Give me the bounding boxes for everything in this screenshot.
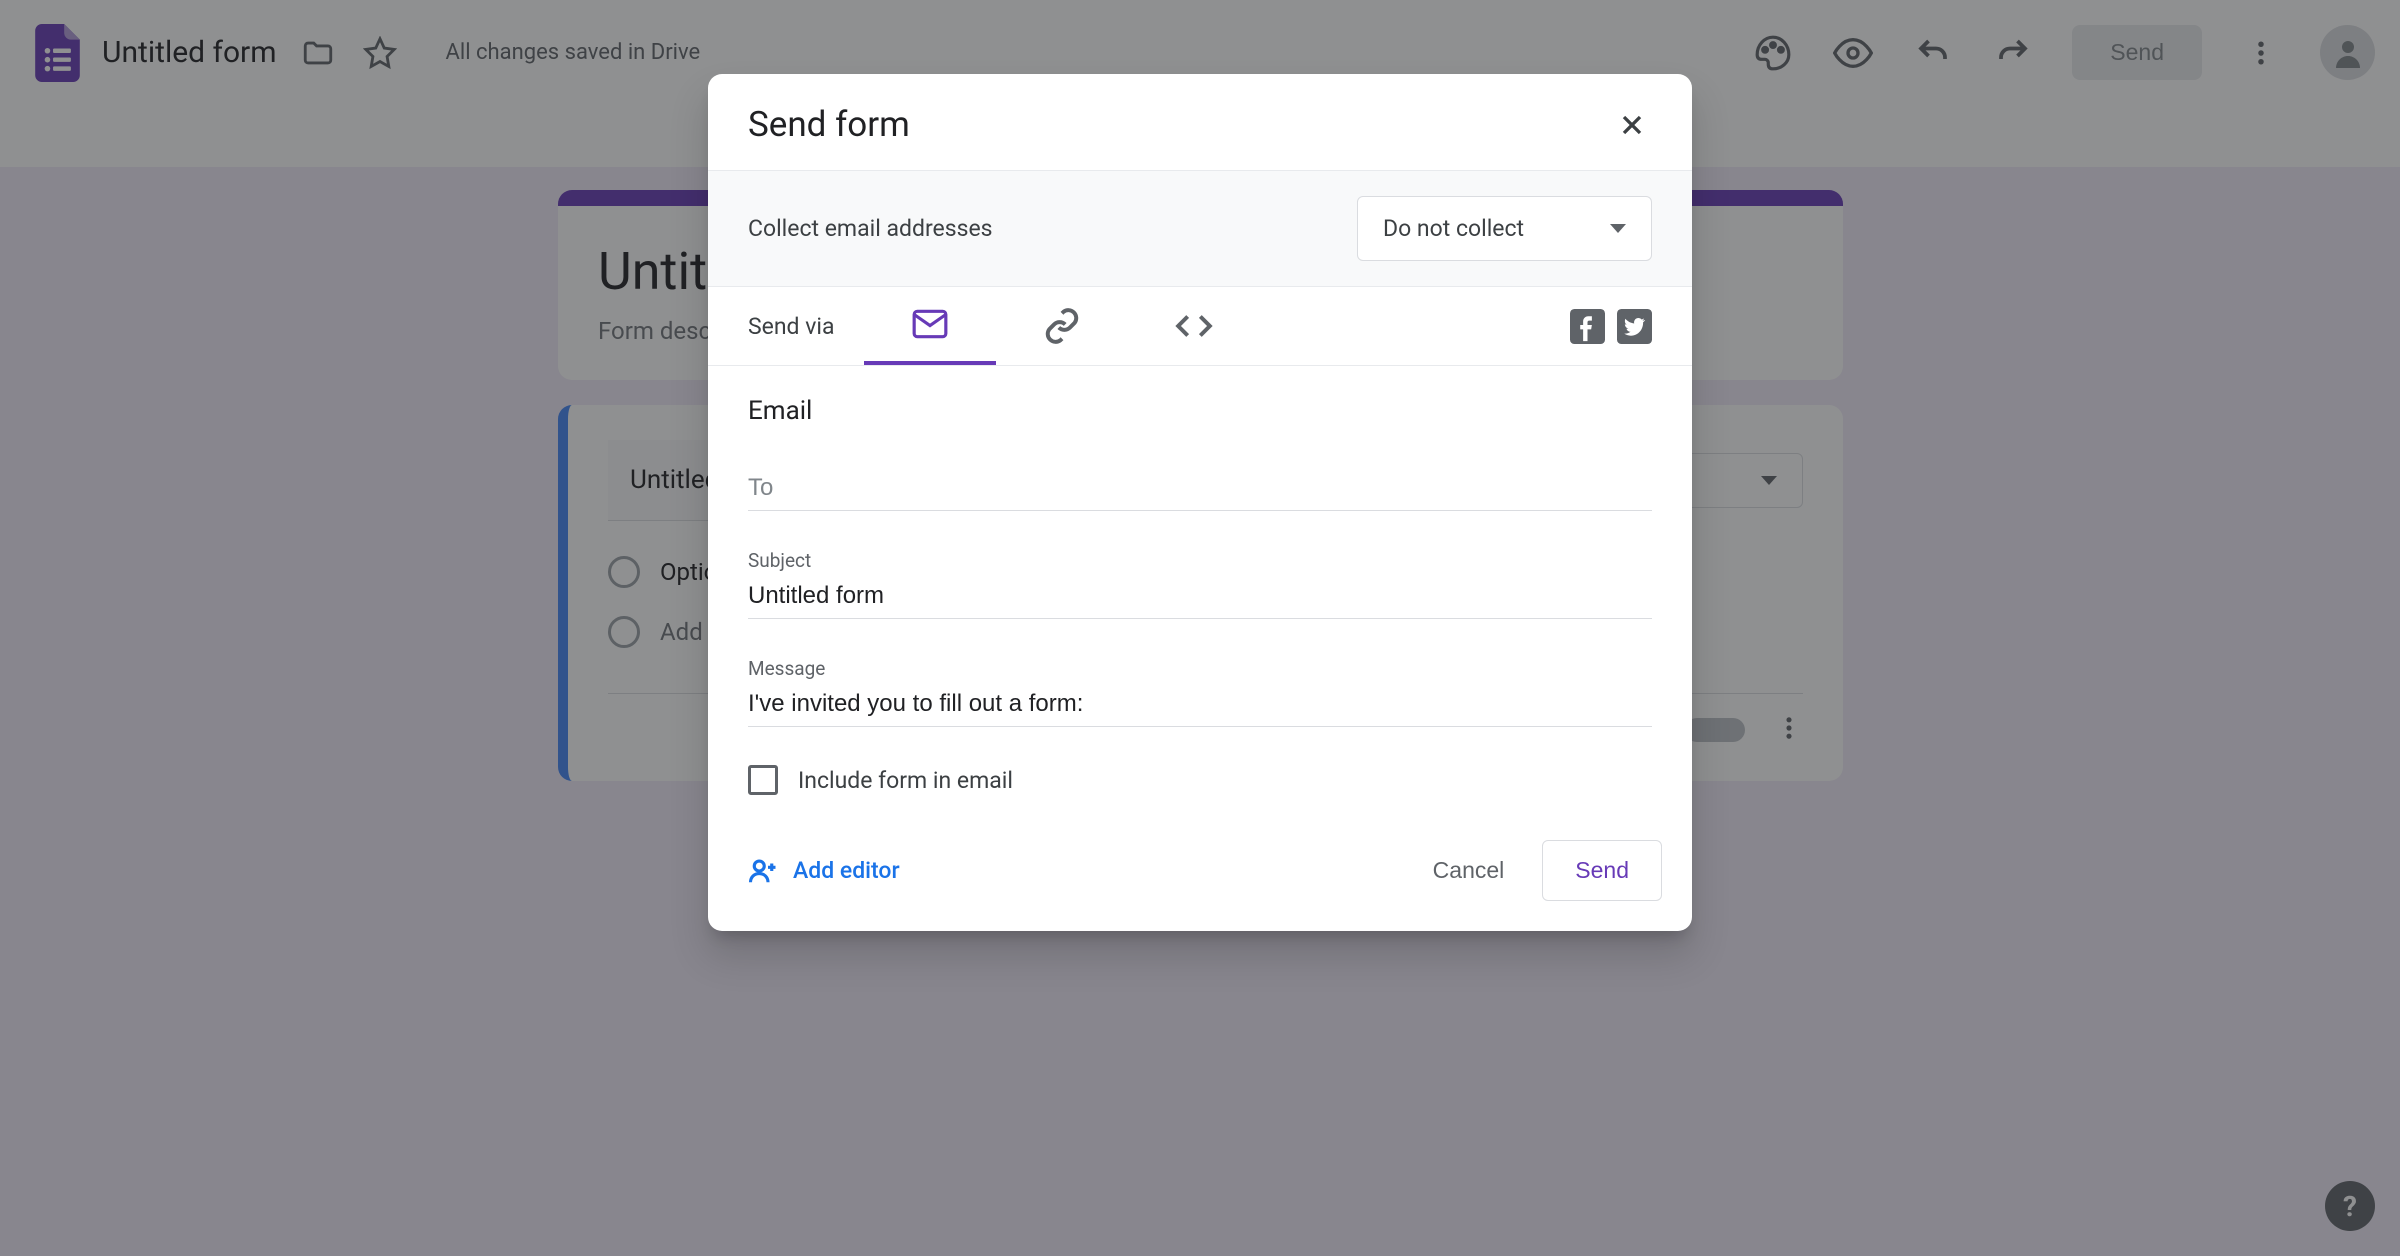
- send-via-tabs: Send via: [708, 287, 1692, 366]
- include-form-checkbox[interactable]: [748, 765, 778, 795]
- subject-input[interactable]: [748, 574, 1652, 619]
- to-input[interactable]: [748, 466, 1652, 511]
- add-editor-label: Add editor: [793, 857, 900, 884]
- message-label: Message: [748, 657, 1652, 680]
- cancel-button[interactable]: Cancel: [1405, 841, 1533, 900]
- include-form-label: Include form in email: [798, 767, 1013, 794]
- send-via-label: Send via: [748, 313, 834, 340]
- collect-email-dropdown[interactable]: Do not collect: [1357, 196, 1652, 261]
- send-button[interactable]: Send: [1542, 840, 1662, 901]
- dialog-title: Send form: [748, 104, 910, 145]
- close-icon[interactable]: [1612, 105, 1652, 145]
- collect-email-row: Collect email addresses Do not collect: [708, 170, 1692, 287]
- collect-email-label: Collect email addresses: [748, 215, 993, 242]
- chevron-down-icon: [1610, 224, 1626, 233]
- subject-label: Subject: [748, 549, 1652, 572]
- facebook-icon[interactable]: [1570, 309, 1605, 344]
- email-section-title: Email: [748, 396, 1652, 426]
- twitter-icon[interactable]: [1617, 309, 1652, 344]
- send-form-dialog: Send form Collect email addresses Do not…: [708, 74, 1692, 931]
- message-input[interactable]: [748, 682, 1652, 727]
- tab-link[interactable]: [996, 287, 1128, 365]
- tab-embed[interactable]: [1128, 287, 1260, 365]
- tab-email[interactable]: [864, 287, 996, 365]
- add-editor-button[interactable]: Add editor: [738, 856, 900, 886]
- collect-email-value: Do not collect: [1383, 215, 1524, 242]
